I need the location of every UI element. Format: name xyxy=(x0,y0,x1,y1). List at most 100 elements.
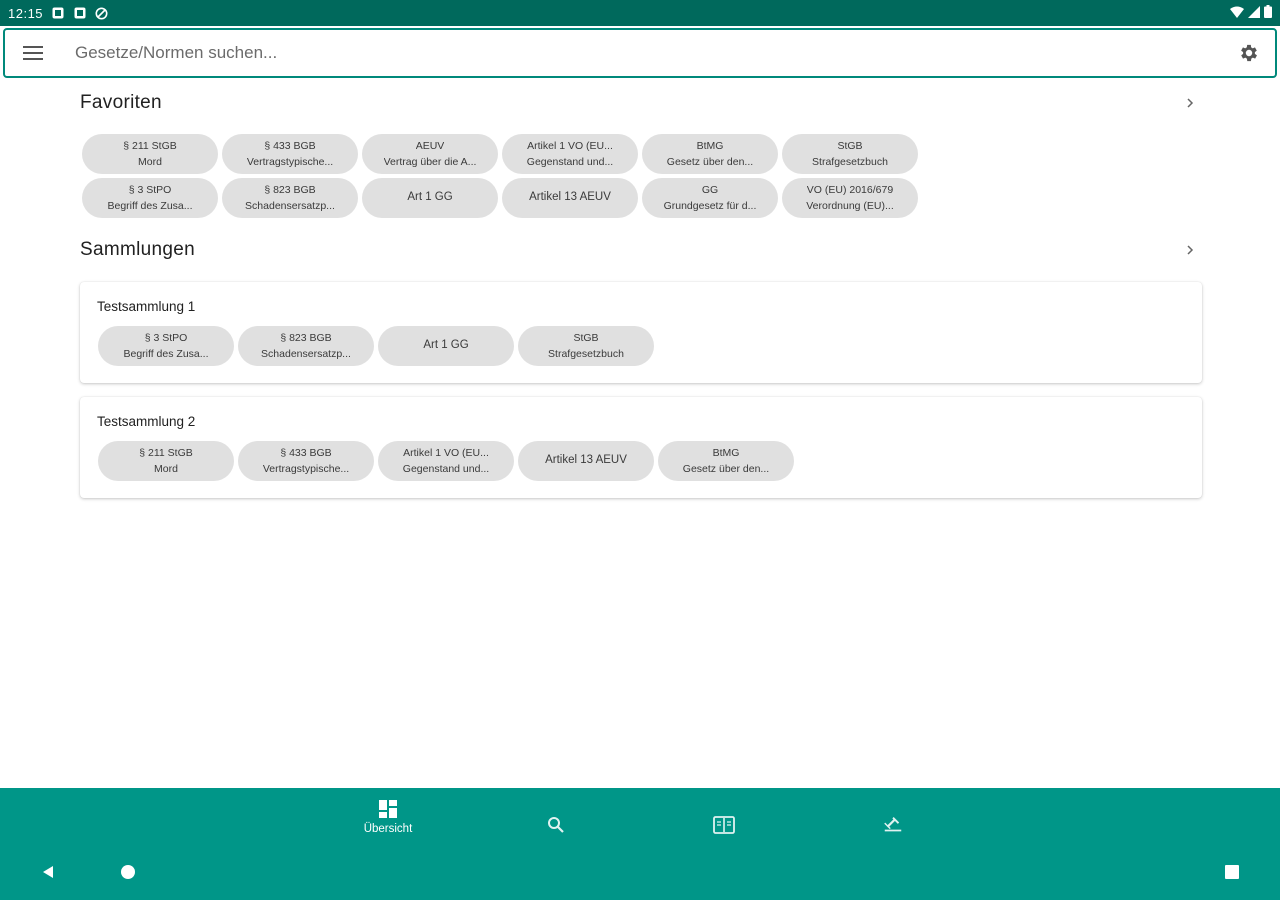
favorites-more-button[interactable] xyxy=(1178,91,1202,115)
chip-title: Artikel 1 VO (EU... xyxy=(527,139,613,152)
dashboard-icon xyxy=(377,798,399,820)
favorites-title: Favoriten xyxy=(80,92,162,113)
favorite-chip[interactable]: GG Grundgesetz für d... xyxy=(642,178,778,218)
favorite-chip[interactable]: Artikel 13 AEUV xyxy=(502,178,638,218)
chip-subtitle: Gesetz über den... xyxy=(682,463,770,475)
system-back-button[interactable] xyxy=(36,860,60,884)
menu-icon xyxy=(23,46,43,60)
collection-chip[interactable]: § 211 StGB Mord xyxy=(98,441,234,481)
nav-library[interactable] xyxy=(684,796,764,844)
favorite-chip[interactable]: § 433 BGB Vertragstypische... xyxy=(222,134,358,174)
menu-button[interactable] xyxy=(5,30,61,76)
chip-title: § 433 BGB xyxy=(264,139,316,152)
favorite-chip[interactable]: StGB Strafgesetzbuch xyxy=(782,134,918,174)
collection-card[interactable]: Testsammlung 2 § 211 StGB Mord § 433 BGB V… xyxy=(80,397,1202,498)
chip-subtitle: Verordnung (EU)... xyxy=(806,200,894,212)
favorite-chip[interactable]: Artikel 1 VO (EU... Gegenstand und... xyxy=(502,134,638,174)
chip-subtitle: Mord xyxy=(154,463,178,475)
collection-card[interactable]: Testsammlung 1 § 3 StPO Begriff des Zusa.… xyxy=(80,282,1202,383)
chip-title: § 823 BGB xyxy=(264,183,316,196)
data-saver-icon xyxy=(95,7,108,20)
favorites-header: Favoriten xyxy=(80,88,1202,118)
chip-title: BtMG xyxy=(696,139,724,152)
home-circle-icon xyxy=(121,865,135,879)
chip-title: Artikel 13 AEUV xyxy=(529,191,611,204)
collection-chip[interactable]: Artikel 1 VO (EU... Gegenstand und... xyxy=(378,441,514,481)
chip-title: Art 1 GG xyxy=(423,339,469,352)
collections-header: Sammlungen xyxy=(80,235,1202,265)
settings-button[interactable] xyxy=(1223,30,1275,76)
chip-title: § 3 StPO xyxy=(128,183,172,196)
search-input[interactable] xyxy=(61,33,1223,73)
collection-name: Testsammlung 2 xyxy=(97,414,196,429)
collection-chips: § 3 StPO Begriff des Zusa... § 823 BGB Sch… xyxy=(98,326,654,366)
nav-search[interactable] xyxy=(516,796,596,844)
signal-icon xyxy=(1248,5,1260,21)
collection-chip[interactable]: § 433 BGB Vertragstypische... xyxy=(238,441,374,481)
status-bar: 12:15 xyxy=(0,0,1280,26)
chip-subtitle: Schadensersatzp... xyxy=(245,200,335,212)
chip-title: GG xyxy=(701,183,719,196)
chip-title: StGB xyxy=(573,331,599,344)
recents-square-icon xyxy=(1225,865,1239,879)
favorite-chip[interactable]: AEUV Vertrag über die A... xyxy=(362,134,498,174)
chip-subtitle: Mord xyxy=(138,156,162,168)
search-bar xyxy=(3,28,1277,78)
favorite-chip[interactable]: Art 1 GG xyxy=(362,178,498,218)
favorite-chip[interactable]: § 823 BGB Schadensersatzp... xyxy=(222,178,358,218)
battery-icon xyxy=(1264,5,1272,21)
status-icons xyxy=(1230,5,1272,21)
chip-subtitle: Vertrag über die A... xyxy=(383,156,477,168)
nav-overview[interactable]: Übersicht xyxy=(348,796,428,844)
system-home-button[interactable] xyxy=(116,860,140,884)
collection-chip[interactable]: BtMG Gesetz über den... xyxy=(658,441,794,481)
chip-title: Artikel 13 AEUV xyxy=(545,454,627,467)
collection-name: Testsammlung 1 xyxy=(97,299,196,314)
collection-chip[interactable]: § 823 BGB Schadensersatzp... xyxy=(238,326,374,366)
chip-subtitle: Schadensersatzp... xyxy=(261,348,351,360)
chip-title: § 433 BGB xyxy=(280,446,332,459)
collections-more-button[interactable] xyxy=(1178,238,1202,262)
collection-chips: § 211 StGB Mord § 433 BGB Vertragstypische… xyxy=(98,441,794,481)
chip-title: § 211 StGB xyxy=(139,446,193,459)
gear-icon xyxy=(1241,44,1257,62)
chip-subtitle: Strafgesetzbuch xyxy=(812,156,888,168)
nav-law[interactable] xyxy=(853,796,933,844)
chip-title: StGB xyxy=(837,139,863,152)
chip-title: VO (EU) 2016/679 xyxy=(806,183,894,196)
chip-subtitle: Vertragstypische... xyxy=(262,463,350,475)
notification-icon xyxy=(73,7,86,20)
chip-subtitle: Gesetz über den... xyxy=(666,156,754,168)
chip-subtitle: Gegenstand und... xyxy=(526,156,614,168)
notification-icon xyxy=(51,7,64,20)
chip-subtitle: Strafgesetzbuch xyxy=(548,348,624,360)
chip-title: § 211 StGB xyxy=(123,139,177,152)
favorite-chip[interactable]: BtMG Gesetz über den... xyxy=(642,134,778,174)
wifi-icon xyxy=(1230,6,1244,21)
favorite-chip[interactable]: § 211 StGB Mord xyxy=(82,134,218,174)
collection-chip[interactable]: Artikel 13 AEUV xyxy=(518,441,654,481)
chip-title: § 3 StPO xyxy=(144,331,188,344)
chip-subtitle: Begriff des Zusa... xyxy=(107,200,193,212)
chip-title: BtMG xyxy=(712,446,740,459)
chip-title: AEUV xyxy=(415,139,445,152)
chip-title: Artikel 1 VO (EU... xyxy=(403,446,489,459)
chevron-right-icon xyxy=(1187,98,1194,108)
bottom-navigation: Übersicht xyxy=(0,788,1280,900)
collection-chip[interactable]: Art 1 GG xyxy=(378,326,514,366)
book-icon xyxy=(713,814,735,836)
collection-chip[interactable]: StGB Strafgesetzbuch xyxy=(518,326,654,366)
favorite-chip[interactable]: VO (EU) 2016/679 Verordnung (EU)... xyxy=(782,178,918,218)
chip-title: Art 1 GG xyxy=(407,191,453,204)
back-triangle-icon xyxy=(43,866,53,878)
chip-subtitle: Grundgesetz für d... xyxy=(663,200,757,212)
system-recents-button[interactable] xyxy=(1220,860,1244,884)
favorite-chip[interactable]: § 3 StPO Begriff des Zusa... xyxy=(82,178,218,218)
favorites-chips: § 211 StGB Mord § 433 BGB Vertragstypische… xyxy=(82,134,918,218)
chip-subtitle: Gegenstand und... xyxy=(402,463,490,475)
collections-title: Sammlungen xyxy=(80,239,195,260)
chip-subtitle: Begriff des Zusa... xyxy=(123,348,209,360)
nav-overview-label: Übersicht xyxy=(363,823,413,835)
status-time: 12:15 xyxy=(8,5,44,21)
collection-chip[interactable]: § 3 StPO Begriff des Zusa... xyxy=(98,326,234,366)
